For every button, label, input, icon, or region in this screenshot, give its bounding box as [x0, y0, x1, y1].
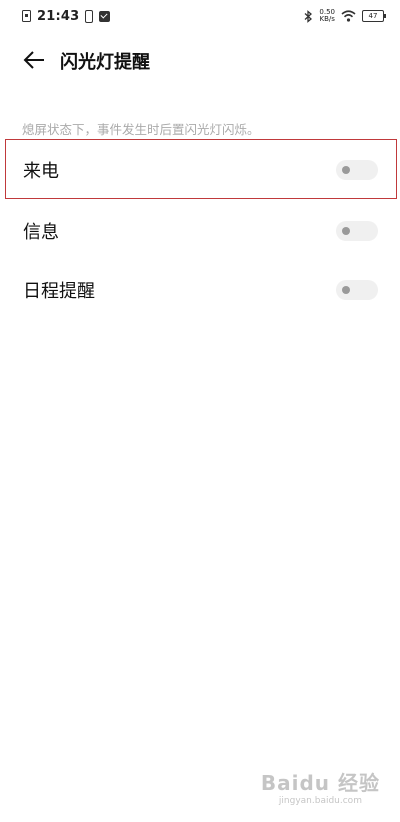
header: 闪光灯提醒 [0, 38, 400, 82]
setting-row-calendar-reminder[interactable]: 日程提醒 [0, 261, 400, 319]
battery-level: 47 [368, 12, 378, 20]
setting-row-message[interactable]: 信息 [0, 202, 400, 260]
phone-icon [85, 9, 94, 23]
message-icon [99, 10, 111, 22]
bluetooth-icon [304, 9, 313, 23]
watermark: Baidu 经验 jingyan.baidu.com [261, 767, 380, 806]
highlight-box [5, 139, 397, 199]
status-time: 21:43 [37, 8, 80, 24]
page-title: 闪光灯提醒 [60, 52, 150, 73]
status-right: 0.50 KB/s 47 [303, 9, 386, 23]
watermark-logo: Baidu 经验 [260, 771, 380, 795]
status-left: 21:43 [22, 8, 111, 24]
battery-icon: 47 [362, 10, 386, 22]
toggle-knob [342, 227, 350, 235]
status-bar: 21:43 0.50 KB/s 47 [0, 0, 400, 32]
settings-description: 熄屏状态下，事件发生时后置闪光灯闪烁。 [22, 122, 260, 137]
network-speed-unit: KB/s [319, 15, 335, 23]
calendar-reminder-toggle[interactable] [336, 280, 378, 300]
back-arrow-icon[interactable] [20, 46, 50, 74]
message-toggle[interactable] [336, 221, 378, 241]
watermark-url: jingyan.baidu.com [278, 796, 362, 806]
wifi-icon [341, 10, 356, 22]
sim-card-icon [22, 10, 31, 22]
setting-label-message: 信息 [23, 222, 59, 243]
network-speed: 0.50 KB/s [319, 9, 335, 23]
toggle-knob [342, 286, 350, 294]
setting-label-calendar-reminder: 日程提醒 [23, 281, 95, 302]
